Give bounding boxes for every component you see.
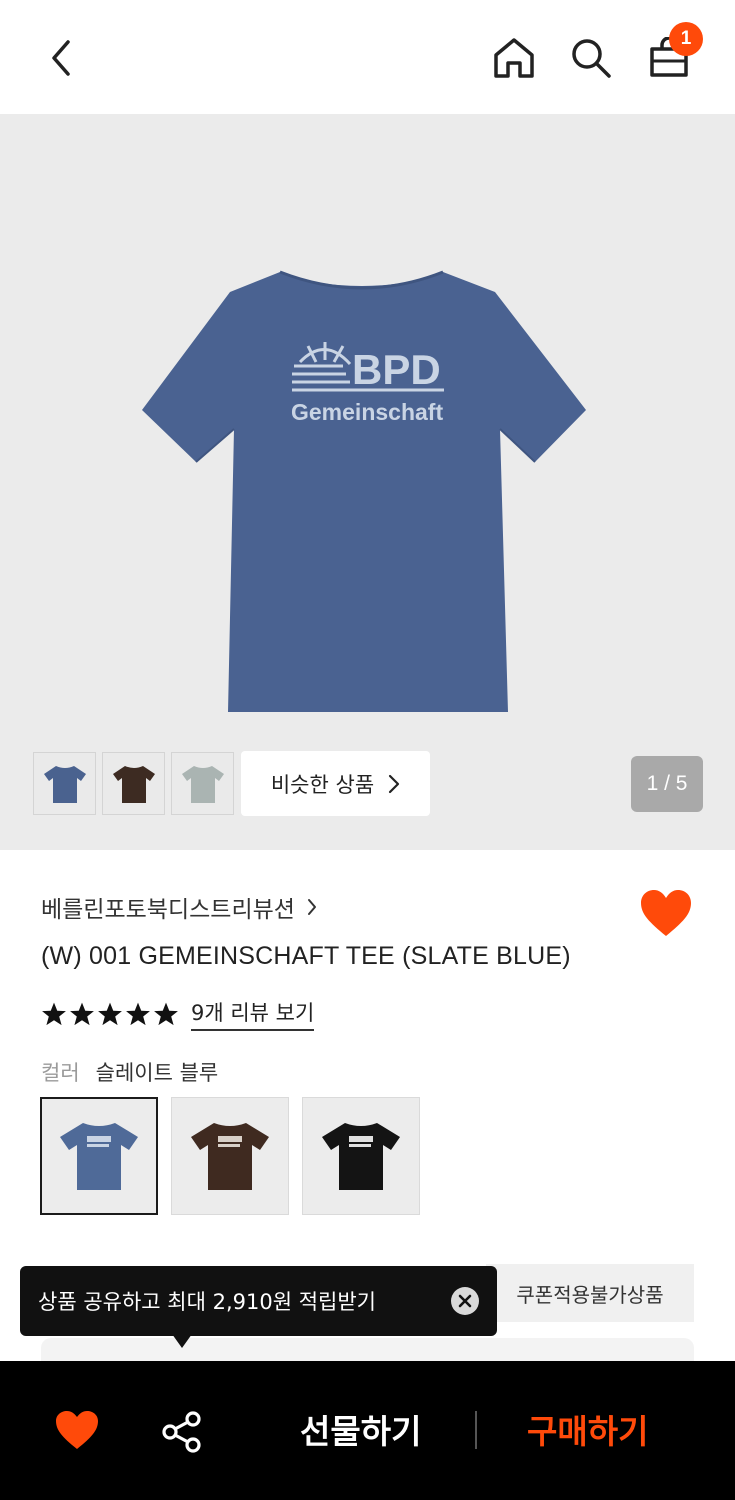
gift-button[interactable]: 선물하기 <box>300 1405 421 1453</box>
tshirt-icon <box>322 1123 400 1190</box>
tshirt-icon <box>112 765 155 803</box>
cart-count-badge: 1 <box>669 22 703 56</box>
chevron-left-icon <box>52 40 70 76</box>
shirt-print-logo: BPD <box>352 346 441 393</box>
tshirt-icon <box>191 1123 269 1190</box>
top-header: 1 <box>0 0 735 114</box>
share-reward-tooltip: 상품 공유하고 최대 2,910원 적립받기 <box>20 1266 497 1336</box>
rating-row: 9개 리뷰 보기 <box>41 997 315 1031</box>
swatch-black[interactable] <box>302 1097 420 1215</box>
home-button[interactable] <box>486 30 542 86</box>
brand-link[interactable]: 베를린포토북디스트리뷰션 <box>41 890 317 924</box>
star-icon <box>154 1002 178 1026</box>
similar-products-button[interactable]: 비슷한 상품 <box>241 751 430 816</box>
share-icon[interactable] <box>160 1410 204 1454</box>
bottom-action-bar: 선물하기 구매하기 <box>0 1361 735 1500</box>
thumbnail-strip <box>33 752 234 815</box>
tooltip-text: 상품 공유하고 최대 2,910원 적립받기 <box>38 1290 376 1314</box>
thumbnail-grey[interactable] <box>171 752 234 815</box>
tooltip-arrow <box>172 1334 192 1348</box>
product-image[interactable]: BPD Gemeinschaft <box>140 264 590 714</box>
wishlist-heart-icon[interactable] <box>54 1409 100 1451</box>
thumbnail-slate-blue[interactable] <box>33 752 96 815</box>
color-swatches <box>40 1097 420 1215</box>
reviews-link[interactable]: 9개 리뷰 보기 <box>191 997 315 1031</box>
cart-button[interactable]: 1 <box>641 22 703 86</box>
color-value: 슬레이트 블루 <box>95 1061 219 1085</box>
search-icon <box>572 39 611 78</box>
search-button[interactable] <box>563 30 619 86</box>
similar-products-label: 비슷한 상품 <box>270 772 375 797</box>
chevron-right-icon <box>307 899 316 915</box>
color-label: 컬러 <box>41 1061 80 1085</box>
star-rating <box>41 1001 179 1027</box>
color-row: 컬러 슬레이트 블루 <box>41 1057 218 1087</box>
tshirt-icon <box>43 765 86 803</box>
tshirt-icon <box>181 765 224 803</box>
star-icon <box>42 1002 66 1026</box>
home-icon <box>494 38 534 78</box>
tooltip-close-button[interactable] <box>451 1287 479 1315</box>
star-icon <box>70 1002 94 1026</box>
swatch-slate-blue[interactable] <box>40 1097 158 1215</box>
buy-button[interactable]: 구매하기 <box>527 1405 648 1453</box>
shirt-print-subtitle: Gemeinschaft <box>291 399 443 425</box>
swatch-brown[interactable] <box>171 1097 289 1215</box>
tshirt-icon <box>60 1123 138 1190</box>
back-button[interactable] <box>33 30 89 86</box>
coupon-unavailable-tag: 쿠폰적용불가상품 <box>486 1264 694 1322</box>
divider <box>475 1411 477 1449</box>
brand-name: 베를린포토북디스트리뷰션 <box>41 897 295 923</box>
close-icon <box>458 1294 472 1308</box>
star-icon <box>126 1002 150 1026</box>
star-icon <box>98 1002 122 1026</box>
thumbnail-brown[interactable] <box>102 752 165 815</box>
product-image-gallery[interactable]: BPD Gemeinschaft 비슷한 상품 1 / 5 <box>0 114 735 850</box>
wishlist-heart-icon[interactable] <box>639 888 693 938</box>
image-page-indicator: 1 / 5 <box>631 756 703 812</box>
product-title: (W) 001 GEMEINSCHAFT TEE (SLATE BLUE) <box>41 942 571 970</box>
chevron-right-icon <box>389 774 400 793</box>
